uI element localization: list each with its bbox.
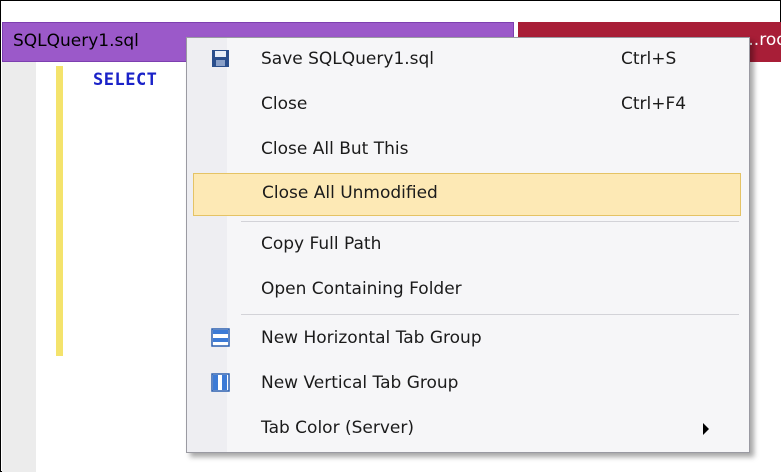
save-icon [212, 50, 229, 67]
menu-item-open-containing-folder[interactable]: Open Containing Folder [187, 269, 749, 312]
menu-item-close-label: Close [261, 94, 308, 114]
tab-sqlquery1-label: SQLQuery1.sql [13, 31, 139, 51]
menu-item-new-vertical-tab-group-label: New Vertical Tab Group [261, 373, 459, 393]
menu-item-save[interactable]: Save SQLQuery1.sql Ctrl+S [187, 39, 749, 82]
tab-context-menu: Save SQLQuery1.sql Ctrl+S Close Ctrl+F4 … [186, 37, 750, 453]
menu-item-close-all-but-this-label: Close All But This [261, 139, 409, 159]
change-indicator-bar [56, 66, 63, 356]
menu-item-new-horizontal-tab-group-label: New Horizontal Tab Group [261, 328, 482, 348]
horizontal-tab-group-icon [211, 328, 230, 347]
vertical-tab-group-icon [211, 373, 230, 392]
menu-item-new-horizontal-tab-group[interactable]: New Horizontal Tab Group [187, 318, 749, 361]
submenu-arrow-icon [703, 423, 709, 435]
menu-item-new-vertical-tab-group[interactable]: New Vertical Tab Group [187, 363, 749, 406]
menu-item-open-containing-folder-label: Open Containing Folder [261, 279, 462, 299]
menu-item-close-all-unmodified[interactable]: Close All Unmodified [193, 173, 741, 216]
menu-separator [241, 221, 739, 222]
menu-item-close-shortcut: Ctrl+F4 [621, 94, 687, 114]
menu-item-close-all-but-this[interactable]: Close All But This [187, 129, 749, 172]
menu-item-copy-full-path[interactable]: Copy Full Path [187, 224, 749, 267]
menu-item-save-label: Save SQLQuery1.sql [261, 49, 435, 69]
menu-item-close-all-unmodified-label: Close All Unmodified [262, 183, 438, 203]
menu-item-copy-full-path-label: Copy Full Path [261, 234, 382, 254]
menu-separator [241, 314, 739, 315]
editor-gutter [2, 62, 36, 472]
menu-item-close[interactable]: Close Ctrl+F4 [187, 84, 749, 127]
menu-item-save-shortcut: Ctrl+S [621, 49, 677, 69]
menu-item-tab-color[interactable]: Tab Color (Server) [187, 408, 749, 451]
menu-item-tab-color-label: Tab Color (Server) [261, 418, 414, 438]
code-keyword[interactable]: SELECT [93, 70, 157, 90]
